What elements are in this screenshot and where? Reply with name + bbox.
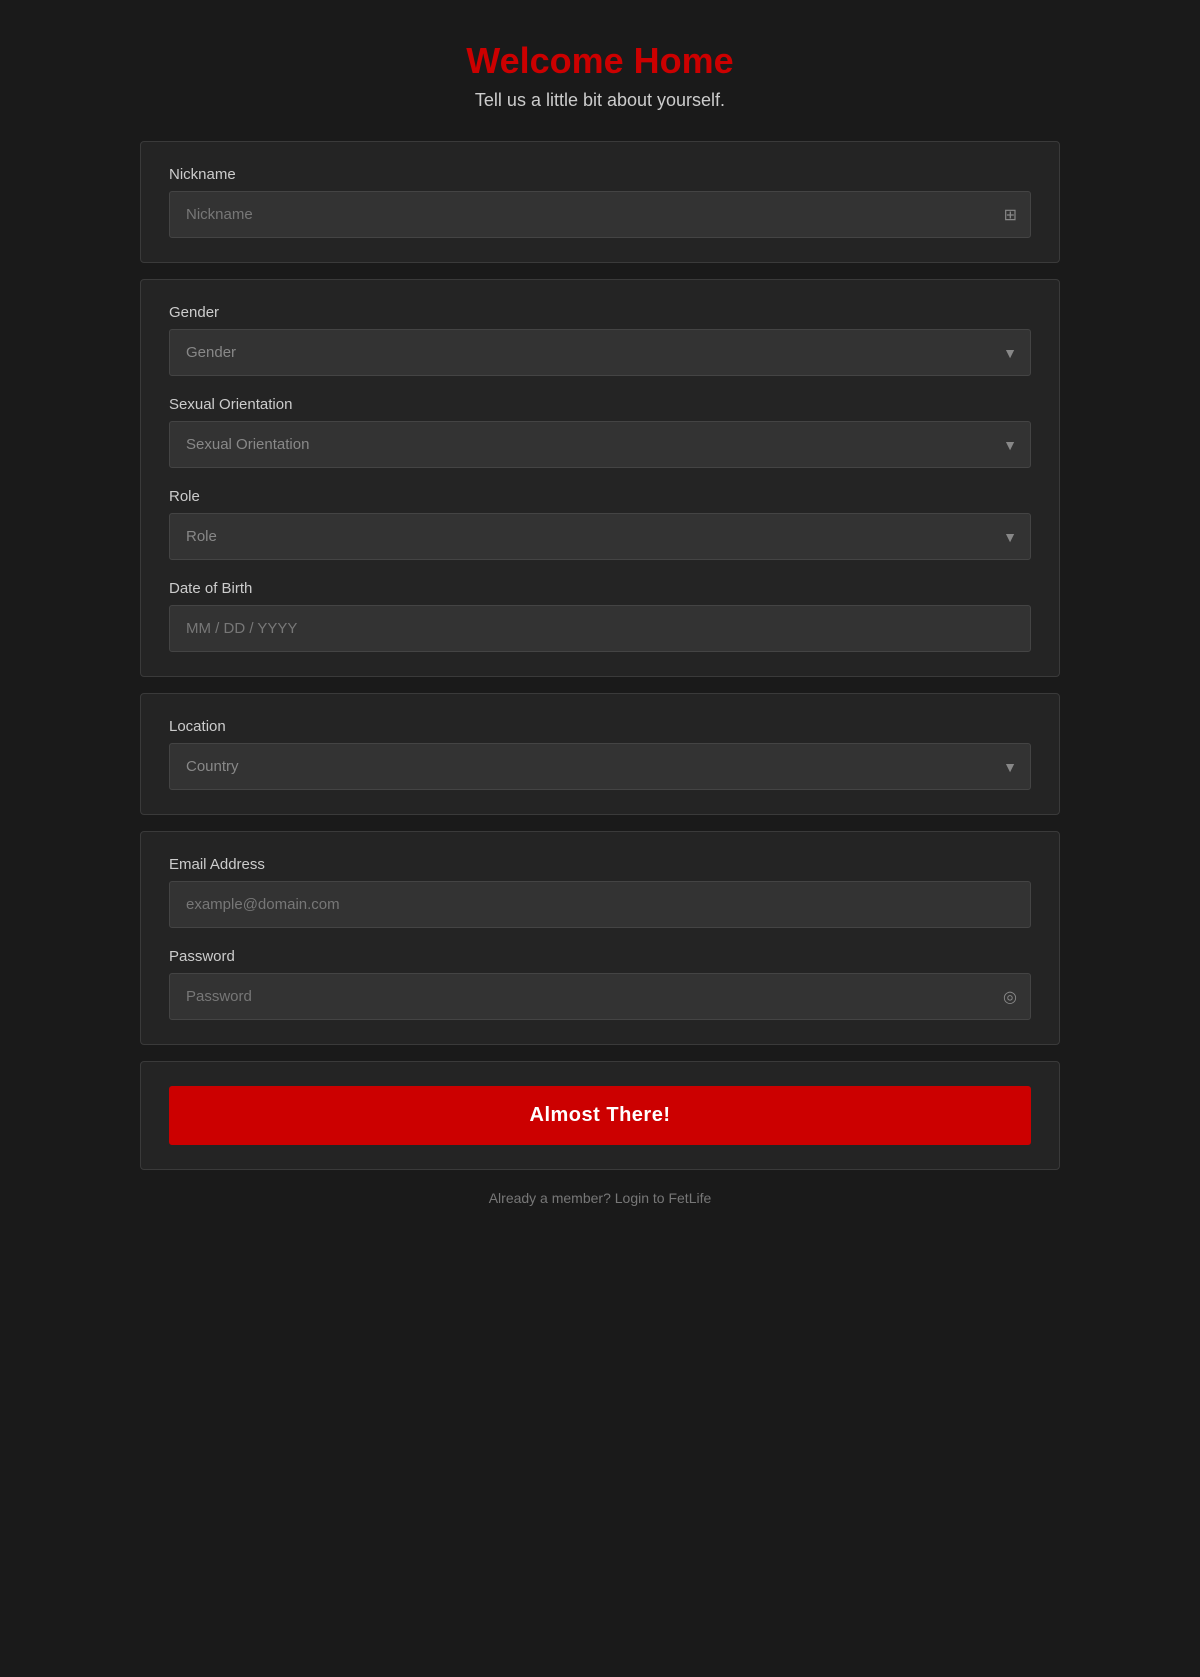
- role-select-wrapper: Role Dominant Submissive Switch Other ▼: [169, 513, 1031, 560]
- location-group: Location Country United States United Ki…: [169, 718, 1031, 790]
- sexual-orientation-select[interactable]: Sexual Orientation Straight Gay Bisexual…: [169, 421, 1031, 468]
- footer: Already a member? Login to FetLife: [140, 1190, 1060, 1206]
- dob-group: Date of Birth: [169, 580, 1031, 652]
- dob-label: Date of Birth: [169, 580, 1031, 597]
- footer-text: Already a member? Login to FetLife: [489, 1190, 712, 1206]
- role-select[interactable]: Role Dominant Submissive Switch Other: [169, 513, 1031, 560]
- submit-button[interactable]: Almost There!: [169, 1086, 1031, 1145]
- country-select[interactable]: Country United States United Kingdom Can…: [169, 743, 1031, 790]
- sexual-orientation-group: Sexual Orientation Sexual Orientation St…: [169, 396, 1031, 468]
- location-label: Location: [169, 718, 1031, 735]
- password-input-wrapper: ◎: [169, 973, 1031, 1020]
- gender-group: Gender Gender Male Female Non-binary Oth…: [169, 304, 1031, 376]
- page-title: Welcome Home: [140, 40, 1060, 82]
- role-group: Role Role Dominant Submissive Switch Oth…: [169, 488, 1031, 560]
- page-container: Welcome Home Tell us a little bit about …: [140, 40, 1060, 1206]
- email-label: Email Address: [169, 856, 1031, 873]
- email-input[interactable]: [169, 881, 1031, 928]
- gender-select[interactable]: Gender Male Female Non-binary Other: [169, 329, 1031, 376]
- password-input[interactable]: [169, 973, 1031, 1020]
- sexual-orientation-select-wrapper: Sexual Orientation Straight Gay Bisexual…: [169, 421, 1031, 468]
- gender-label: Gender: [169, 304, 1031, 321]
- dob-input[interactable]: [169, 605, 1031, 652]
- email-group: Email Address: [169, 856, 1031, 928]
- credentials-card: Email Address Password ◎: [140, 831, 1060, 1045]
- nickname-input[interactable]: [169, 191, 1031, 238]
- submit-card: Almost There!: [140, 1061, 1060, 1170]
- nickname-card: Nickname ⊞: [140, 141, 1060, 263]
- role-label: Role: [169, 488, 1031, 505]
- country-select-wrapper: Country United States United Kingdom Can…: [169, 743, 1031, 790]
- header: Welcome Home Tell us a little bit about …: [140, 40, 1060, 111]
- gender-select-wrapper: Gender Male Female Non-binary Other ▼: [169, 329, 1031, 376]
- password-group: Password ◎: [169, 948, 1031, 1020]
- sexual-orientation-label: Sexual Orientation: [169, 396, 1031, 413]
- page-subtitle: Tell us a little bit about yourself.: [140, 90, 1060, 111]
- nickname-group: Nickname ⊞: [169, 166, 1031, 238]
- nickname-label: Nickname: [169, 166, 1031, 183]
- nickname-input-wrapper: ⊞: [169, 191, 1031, 238]
- password-label: Password: [169, 948, 1031, 965]
- profile-card: Gender Gender Male Female Non-binary Oth…: [140, 279, 1060, 677]
- location-card: Location Country United States United Ki…: [140, 693, 1060, 815]
